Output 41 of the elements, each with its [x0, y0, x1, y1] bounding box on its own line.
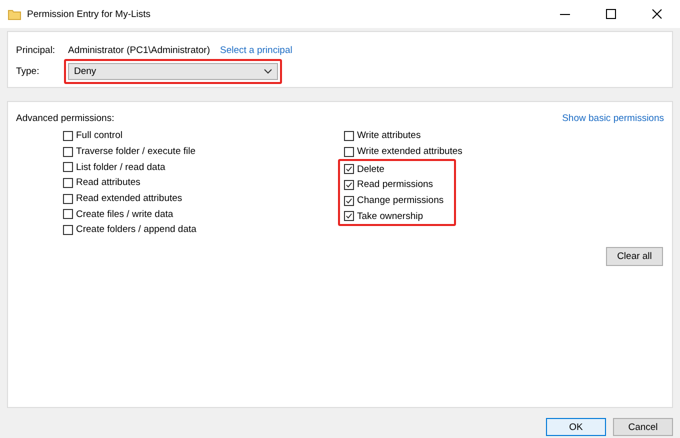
section-heading: Advanced permissions:: [16, 112, 114, 124]
checkbox-label: Full control: [76, 130, 122, 142]
checkbox[interactable]: [344, 130, 354, 141]
checkbox[interactable]: [63, 130, 73, 141]
checkbox[interactable]: [344, 196, 354, 206]
checkbox-label: Delete: [357, 164, 384, 175]
checkbox[interactable]: [63, 146, 73, 157]
checkbox-label: Read extended attributes: [76, 193, 182, 204]
checkbox-label: Read attributes: [76, 177, 140, 188]
checkbox-label: Create folders / append data: [76, 224, 196, 236]
type-label: Type:: [16, 66, 40, 77]
checkbox-label: Change permissions: [357, 195, 444, 206]
checkbox[interactable]: [344, 164, 354, 174]
checkbox[interactable]: [63, 209, 73, 220]
checkbox[interactable]: [344, 180, 354, 190]
checkbox-label: List folder / read data: [76, 162, 166, 173]
checkbox-label: Read permissions: [357, 179, 434, 190]
checkbox-label: Traverse folder / execute file: [76, 146, 196, 158]
checkbox-label: Write extended attributes: [357, 146, 462, 158]
checkbox[interactable]: [63, 224, 73, 235]
window-title: Permission Entry for My-Lists: [27, 8, 152, 20]
chevron-down-icon[interactable]: [264, 69, 272, 74]
checkbox-label: Take ownership: [357, 210, 424, 222]
maximize-icon[interactable]: [606, 9, 616, 19]
principal-label: Principal:: [16, 45, 56, 56]
clear-all-button[interactable]: Clear all: [606, 247, 663, 266]
checkbox[interactable]: [63, 194, 73, 204]
dialog-button[interactable]: OK: [546, 418, 606, 436]
checkbox[interactable]: [63, 178, 73, 188]
dialog-button[interactable]: Cancel: [613, 418, 673, 436]
checkbox-label: Create files / write data: [76, 208, 174, 220]
type-dropdown[interactable]: Deny: [68, 63, 278, 80]
dropdown-value: Deny: [74, 66, 96, 77]
checkbox[interactable]: [344, 211, 354, 222]
close-icon[interactable]: [652, 9, 662, 19]
checkbox-label: Write attributes: [357, 130, 421, 142]
checkbox[interactable]: [344, 146, 354, 157]
checkbox[interactable]: [63, 162, 73, 172]
show-basic-permissions-link[interactable]: Show basic permissions: [562, 112, 664, 124]
select-principal-link[interactable]: Select a principal: [220, 45, 292, 56]
principal-name: Administrator (PC1\Administrator): [68, 45, 210, 56]
